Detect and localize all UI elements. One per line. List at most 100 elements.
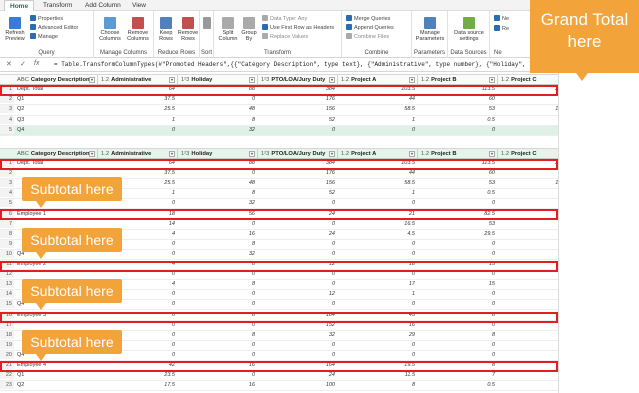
column-type-icon[interactable]: 1.2	[421, 151, 429, 157]
table-cell[interactable]: 32	[178, 126, 258, 134]
table-cell[interactable]: 0.5	[418, 381, 498, 389]
table-cell[interactable]: 88	[178, 159, 258, 167]
table-cell[interactable]: 29	[338, 331, 418, 339]
column-header-3[interactable]: 1²3 PTO/LOA/Jury Duty ▾	[258, 149, 338, 159]
row-number[interactable]: 1	[0, 85, 14, 93]
row-number[interactable]: 15	[0, 300, 14, 309]
row-number[interactable]: 2	[0, 95, 14, 104]
table-row[interactable]: 4Q3185210.510	[0, 115, 569, 126]
refresh-preview-button[interactable]: Refresh Preview	[4, 17, 26, 42]
table-cell[interactable]: 0	[338, 240, 418, 248]
table-cell[interactable]: 113.5	[418, 159, 498, 167]
table-cell[interactable]: Q1	[14, 371, 98, 379]
table-cell[interactable]: 176	[258, 169, 338, 177]
tab-view[interactable]: View	[127, 0, 151, 11]
table-cell[interactable]: 0.5	[418, 116, 498, 124]
table-cell[interactable]: 44	[338, 95, 418, 103]
tab-home[interactable]: Home	[4, 0, 35, 11]
table-cell[interactable]: 58.5	[338, 105, 418, 113]
table-cell[interactable]: 14	[98, 220, 178, 228]
column-type-icon[interactable]: 1.2	[101, 151, 109, 157]
table-cell[interactable]: 15	[418, 280, 498, 288]
filter-dropdown-icon[interactable]: ▾	[489, 77, 495, 83]
column-type-icon[interactable]: 1.2	[501, 77, 509, 83]
table-cell[interactable]: 37.5	[98, 169, 178, 177]
table-cell[interactable]: 0	[258, 300, 338, 308]
cancel-icon[interactable]: ✕	[6, 60, 12, 68]
table-cell[interactable]: 0	[178, 290, 258, 298]
table-cell[interactable]: 53	[418, 179, 498, 187]
table-cell[interactable]: 24	[258, 371, 338, 379]
table-cell[interactable]: 0	[178, 341, 258, 349]
recent-sources-button[interactable]: Re	[494, 25, 509, 33]
table-cell[interactable]: Dept. Total	[14, 85, 98, 93]
table-cell[interactable]: 37.5	[98, 95, 178, 103]
table-cell[interactable]: Employee 4	[14, 361, 98, 369]
table-cell[interactable]: Q2	[14, 381, 98, 389]
table-cell[interactable]: 0	[258, 220, 338, 228]
properties-button[interactable]: Properties	[30, 15, 63, 23]
remove-columns-button[interactable]: Remove Columns	[124, 17, 152, 42]
table-cell[interactable]: Employee 1	[14, 210, 98, 218]
confirm-icon[interactable]: ✓	[20, 60, 26, 68]
table-cell[interactable]: 82.5	[418, 210, 498, 218]
table-cell[interactable]: 19.5	[338, 361, 418, 369]
table-cell[interactable]: 48	[178, 179, 258, 187]
table-cell[interactable]	[14, 270, 98, 278]
table-cell[interactable]: 7	[418, 371, 498, 379]
filter-dropdown-icon[interactable]: ▾	[249, 77, 255, 83]
table-cell[interactable]: 48	[178, 105, 258, 113]
table-cell[interactable]: 24	[258, 210, 338, 218]
table-cell[interactable]: 0	[418, 126, 498, 134]
table-cell[interactable]: Q1	[14, 95, 98, 103]
table-cell[interactable]: 8	[178, 116, 258, 124]
column-type-icon[interactable]: 1.2	[421, 77, 429, 83]
table-cell[interactable]: 1	[338, 189, 418, 197]
table-cell[interactable]: 25.5	[98, 105, 178, 113]
row-number[interactable]: 2	[0, 169, 14, 178]
table-cell[interactable]: 16	[178, 230, 258, 238]
table-row[interactable]: 5Q40320000	[0, 125, 569, 136]
column-type-icon[interactable]: 1.2	[341, 151, 349, 157]
table-cell[interactable]: 4	[98, 260, 178, 268]
table-cell[interactable]: Dept. Total	[14, 159, 98, 167]
table-cell[interactable]: 53	[418, 220, 498, 228]
table-cell[interactable]: 0	[258, 270, 338, 278]
sort-button[interactable]	[201, 17, 213, 30]
table-cell[interactable]: 184	[258, 311, 338, 319]
table-cell[interactable]: 0	[258, 250, 338, 258]
table-cell[interactable]: 0	[418, 240, 498, 248]
table-row[interactable]: 23Q217.51610080.59	[0, 381, 569, 392]
row-number[interactable]: 3	[0, 179, 14, 188]
table-cell[interactable]: 15	[418, 260, 498, 268]
table-cell[interactable]: 0	[178, 95, 258, 103]
table-cell[interactable]: 176	[258, 95, 338, 103]
table-cell[interactable]: 11.5	[338, 371, 418, 379]
row-number[interactable]: 23	[0, 381, 14, 390]
table-cell[interactable]: 32	[258, 331, 338, 339]
append-queries-button[interactable]: Append Queries	[346, 24, 394, 32]
table-cell[interactable]: 24	[258, 230, 338, 238]
column-type-icon[interactable]: ABC	[17, 151, 29, 157]
table-cell[interactable]: 384	[258, 85, 338, 93]
table-cell[interactable]: 42	[98, 361, 178, 369]
row-number[interactable]: 5	[0, 199, 14, 208]
column-header-2[interactable]: 1²3 Holiday ▾	[178, 75, 258, 85]
filter-dropdown-icon[interactable]: ▾	[249, 151, 255, 157]
table-row[interactable]: 16Employee 308184458114	[0, 310, 569, 321]
table-cell[interactable]: Q2	[14, 105, 98, 113]
table-cell[interactable]: 0	[338, 126, 418, 134]
table-cell[interactable]: 16	[178, 361, 258, 369]
column-type-icon[interactable]: 1²3	[261, 77, 269, 83]
table-cell[interactable]: 64	[98, 85, 178, 93]
table-cell[interactable]: 4.5	[338, 230, 418, 238]
row-number[interactable]: 6	[0, 209, 14, 218]
row-number[interactable]: 10	[0, 249, 14, 258]
column-header-0[interactable]: ABC Category Description ▾	[14, 149, 98, 159]
row-number[interactable]: 18	[0, 330, 14, 339]
merge-queries-button[interactable]: Merge Queries	[346, 15, 390, 23]
row-number[interactable]: 19	[0, 340, 14, 349]
table-row[interactable]: 6Employee 11856242182.563	[0, 209, 569, 220]
filter-dropdown-icon[interactable]: ▾	[329, 151, 335, 157]
choose-columns-button[interactable]: Choose Columns	[96, 17, 124, 42]
